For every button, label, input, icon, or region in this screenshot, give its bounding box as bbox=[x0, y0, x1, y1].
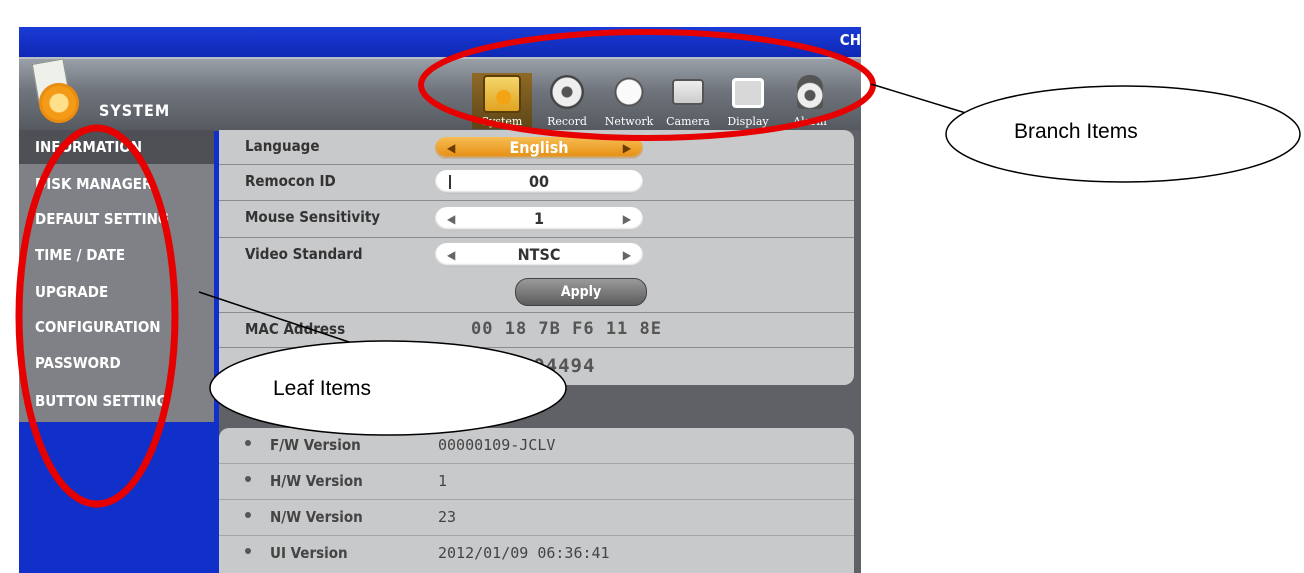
arrow-left-icon[interactable]: ◀ bbox=[447, 243, 455, 267]
dvr-window: CH SYSTEM System Record Network Camera D… bbox=[19, 27, 861, 573]
sidebar-item-default-setting[interactable]: DEFAULT SETTING bbox=[19, 202, 214, 236]
version-label: N/W Version bbox=[270, 508, 363, 526]
language-selector[interactable]: ◀ English ▶ bbox=[435, 137, 643, 159]
sidebar-item-time-date[interactable]: TIME / DATE bbox=[19, 238, 214, 272]
sidebar-item-password[interactable]: PASSWORD bbox=[19, 346, 214, 380]
mac-address-value: 00 18 7B F6 11 8E bbox=[471, 319, 662, 339]
tab-system[interactable]: System bbox=[472, 73, 532, 129]
network-icon bbox=[612, 75, 646, 109]
info-label: MAC Address bbox=[245, 320, 346, 338]
version-label: F/W Version bbox=[270, 436, 361, 454]
leaf-callout-label: Leaf Items bbox=[273, 377, 372, 400]
top-bar: CH bbox=[19, 27, 861, 57]
tab-label: Camera bbox=[666, 115, 710, 128]
apply-button[interactable]: Apply bbox=[515, 278, 647, 306]
arrow-right-icon[interactable]: ▶ bbox=[623, 243, 631, 267]
version-panel: F/W Version 00000109-JCLV H/W Version 1 … bbox=[219, 428, 854, 573]
version-row: H/W Version 1 bbox=[219, 464, 854, 500]
version-label: H/W Version bbox=[270, 472, 363, 490]
version-value: 23 bbox=[438, 508, 457, 526]
bullet-icon bbox=[245, 512, 251, 518]
arrow-right-icon[interactable]: ▶ bbox=[623, 207, 631, 231]
bullet-icon bbox=[245, 440, 251, 446]
remocon-id-value: 00 bbox=[528, 172, 550, 191]
arrow-left-icon[interactable]: ◀ bbox=[447, 207, 455, 231]
mouse-sensitivity-value: 1 bbox=[533, 209, 544, 228]
info-row-mac: MAC Address 00 18 7B F6 11 8E bbox=[219, 313, 854, 348]
version-row: N/W Version 23 bbox=[219, 500, 854, 536]
sidebar-item-button-setting[interactable]: BUTTON SETTING bbox=[19, 384, 214, 418]
language-value: English bbox=[509, 138, 569, 157]
display-icon bbox=[732, 78, 764, 108]
tab-record[interactable]: Record bbox=[537, 73, 597, 129]
version-label: UI Version bbox=[270, 544, 348, 562]
alarm-icon bbox=[797, 75, 823, 109]
sidebar-item-disk-manager[interactable]: DISK MANAGER bbox=[19, 167, 214, 201]
tab-camera[interactable]: Camera bbox=[658, 73, 718, 129]
record-icon bbox=[550, 75, 584, 109]
remocon-id-field[interactable]: 00 bbox=[435, 170, 643, 194]
setting-row-remocon: Remocon ID 00 bbox=[219, 165, 854, 201]
sidebar: INFORMATION DISK MANAGER DEFAULT SETTING… bbox=[19, 130, 214, 422]
tab-display[interactable]: Display bbox=[718, 73, 778, 129]
version-value: 1 bbox=[438, 472, 448, 490]
setting-row-mouse: Mouse Sensitivity ◀ 1 ▶ bbox=[219, 201, 854, 238]
bullet-icon bbox=[245, 548, 251, 554]
setting-label: Mouse Sensitivity bbox=[245, 208, 381, 226]
tab-label: System bbox=[481, 115, 523, 128]
branch-callout-pointer bbox=[870, 83, 1006, 126]
settings-panel: Language ◀ English ▶ Remocon ID 00 Mouse… bbox=[219, 130, 854, 385]
menu-header: SYSTEM System Record Network Camera Disp… bbox=[19, 57, 861, 131]
setting-row-language: Language ◀ English ▶ bbox=[219, 130, 854, 165]
video-standard-selector[interactable]: ◀ NTSC ▶ bbox=[435, 243, 643, 267]
tab-label: Display bbox=[727, 115, 769, 128]
text-cursor bbox=[449, 175, 451, 189]
channel-indicator: CH bbox=[839, 31, 861, 49]
sidebar-item-upgrade[interactable]: UPGRADE bbox=[19, 275, 214, 309]
tab-label: Alarm bbox=[793, 115, 827, 128]
mouse-sensitivity-selector[interactable]: ◀ 1 ▶ bbox=[435, 207, 643, 231]
system-icon bbox=[483, 75, 521, 113]
tab-alarm[interactable]: Alarm bbox=[780, 73, 840, 129]
main-content: Language ◀ English ▶ Remocon ID 00 Mouse… bbox=[219, 130, 861, 573]
arrow-left-icon[interactable]: ◀ bbox=[447, 137, 455, 159]
version-value: 00000109-JCLV bbox=[438, 436, 556, 454]
camera-icon bbox=[672, 79, 704, 105]
version-row: F/W Version 00000109-JCLV bbox=[219, 428, 854, 464]
sidebar-item-configuration[interactable]: CONFIGURATION bbox=[19, 310, 214, 344]
setting-label: Video Standard bbox=[245, 245, 363, 263]
gear-icon bbox=[39, 83, 79, 123]
serial-number-value: 2F00004494 bbox=[471, 355, 596, 377]
page-title: SYSTEM bbox=[99, 101, 171, 120]
tab-label: Network bbox=[604, 115, 654, 128]
tab-label: Record bbox=[547, 115, 587, 128]
setting-label: Language bbox=[245, 137, 320, 155]
sidebar-item-information[interactable]: INFORMATION bbox=[19, 130, 214, 164]
bullet-icon bbox=[245, 476, 251, 482]
setting-row-video: Video Standard ◀ NTSC ▶ Apply bbox=[219, 238, 854, 313]
version-value: 2012/01/09 06:36:41 bbox=[438, 544, 610, 562]
version-row: UI Version 2012/01/09 06:36:41 bbox=[219, 536, 854, 571]
arrow-right-icon[interactable]: ▶ bbox=[623, 137, 631, 159]
setting-label: Remocon ID bbox=[245, 172, 336, 190]
branch-callout-label: Branch Items bbox=[1014, 120, 1138, 143]
info-label: Serial Number bbox=[245, 355, 355, 373]
video-standard-value: NTSC bbox=[517, 245, 561, 264]
tab-network[interactable]: Network bbox=[599, 73, 659, 129]
